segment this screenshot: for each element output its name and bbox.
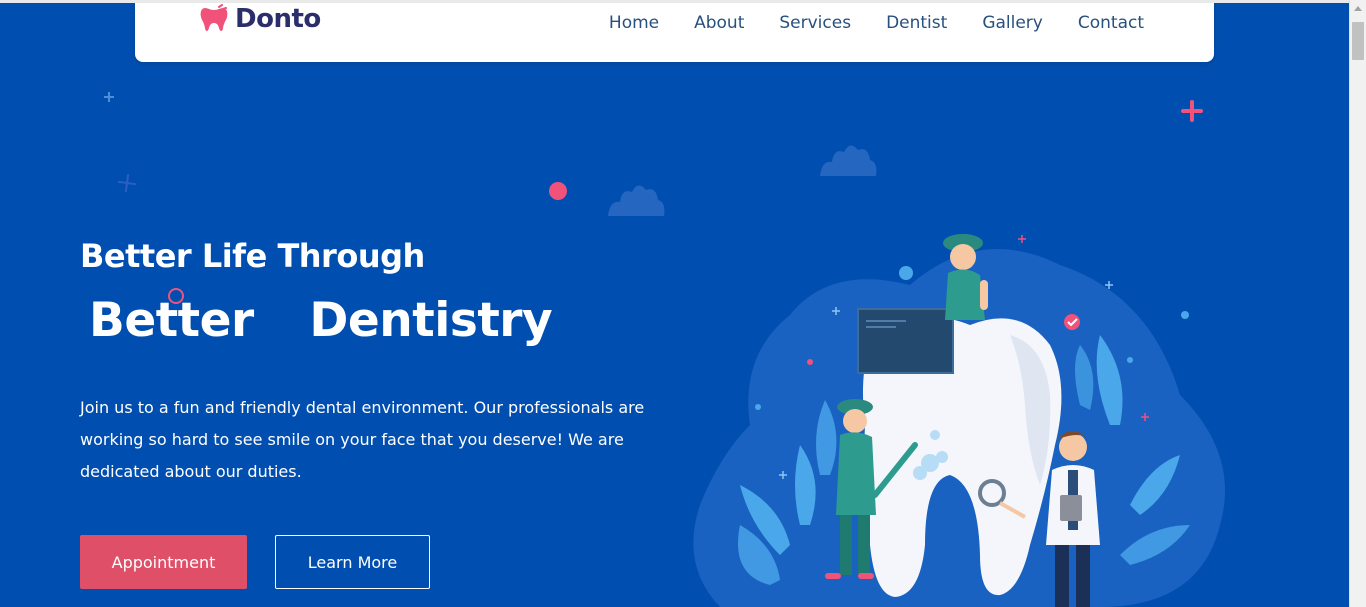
plus-decoration-icon [117, 173, 137, 193]
navbar: Donto Home About Services Dentist Galler… [135, 0, 1214, 62]
cloud-decoration-icon [820, 145, 877, 176]
nav-menu: Home About Services Dentist Gallery Cont… [574, 13, 1144, 33]
dot-decoration-icon [549, 182, 567, 200]
brand-logo[interactable]: Donto [199, 4, 321, 34]
scroll-up-arrow-icon[interactable] [1354, 6, 1362, 11]
hero-title: Better Dentistry [89, 293, 553, 348]
learn-more-button[interactable]: Learn More [275, 535, 430, 589]
dental-illustration [693, 234, 1225, 607]
nav-item-contact[interactable]: Contact [1078, 13, 1144, 33]
plus-decoration-icon [104, 92, 114, 102]
hero-description: Join us to a fun and friendly dental env… [80, 398, 645, 481]
scrollbar-thumb[interactable] [1352, 22, 1364, 60]
plus-decoration-icon [1181, 100, 1203, 122]
hero-subtitle: Better Life Through [80, 237, 425, 275]
nav-item-services[interactable]: Services [779, 13, 851, 33]
browser-top-edge [0, 0, 1366, 3]
nav-item-dentist[interactable]: Dentist [886, 13, 947, 33]
page: Donto Home About Services Dentist Galler… [0, 0, 1349, 607]
nav-item-home[interactable]: Home [609, 13, 659, 33]
nav-item-gallery[interactable]: Gallery [982, 13, 1043, 33]
scrollbar[interactable] [1349, 0, 1366, 607]
nav-item-about[interactable]: About [694, 13, 744, 33]
tooth-icon [200, 4, 228, 31]
appointment-button[interactable]: Appointment [80, 535, 247, 589]
cloud-decoration-icon [608, 185, 665, 216]
brand-name: Donto [235, 4, 321, 34]
